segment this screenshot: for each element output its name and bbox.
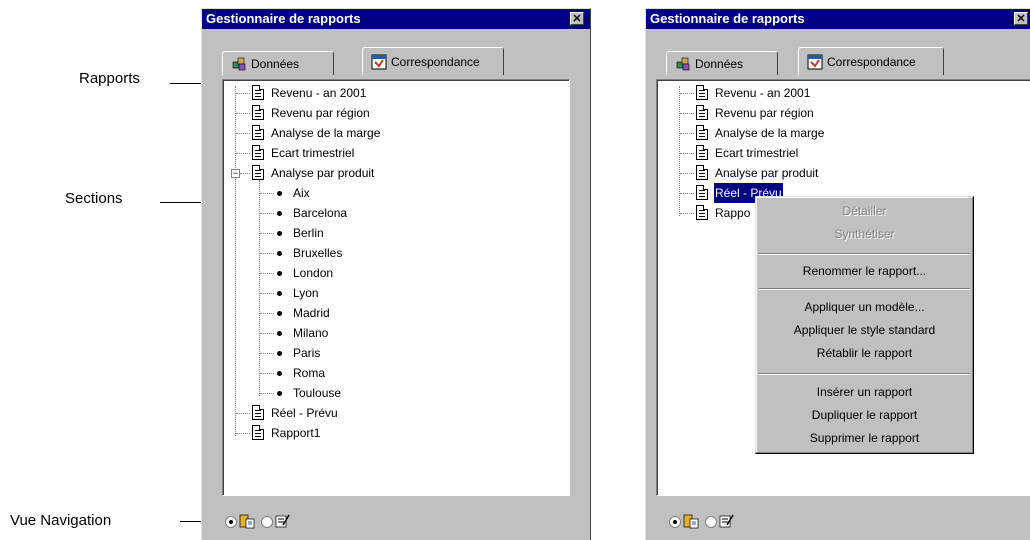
report-document-icon xyxy=(252,405,264,420)
bullet-icon xyxy=(277,331,282,336)
bullet-icon xyxy=(277,251,282,256)
report-context-menu: Détailler Synthétiser Renommer le rappor… xyxy=(755,196,974,454)
tree-connector xyxy=(679,86,680,216)
section-label: Aix xyxy=(293,186,310,200)
section-label: Lyon xyxy=(293,286,319,300)
report-label: Analyse par produit xyxy=(715,166,819,180)
report-document-icon xyxy=(252,105,264,120)
menu-item-dupliquer-rapport[interactable]: Dupliquer le rapport xyxy=(756,404,973,426)
bullet-icon xyxy=(277,191,282,196)
section-label: Bruxelles xyxy=(293,246,343,260)
bullet-icon xyxy=(277,311,282,316)
report-label: Ecart trimestriel xyxy=(715,146,799,160)
section-label: Madrid xyxy=(293,306,330,320)
section-label: Berlin xyxy=(293,226,324,240)
close-icon[interactable]: ✕ xyxy=(1014,12,1028,25)
menu-separator xyxy=(759,288,970,290)
report-label: Réel - Prévu xyxy=(271,406,338,420)
report-tree[interactable]: Revenu - an 2001 Revenu par région Analy… xyxy=(222,79,570,496)
report-manager-panel-left: Gestionnaire de rapports ✕ Données Corre… xyxy=(201,8,591,540)
section-label: London xyxy=(293,266,334,280)
nav-view-mapping-radio[interactable] xyxy=(705,516,717,528)
report-document-icon xyxy=(696,185,708,200)
tab-label: Correspondance xyxy=(827,54,916,69)
panel-title: Gestionnaire de rapports xyxy=(650,11,805,26)
report-document-icon xyxy=(252,85,264,100)
panel-title-bar: Gestionnaire de rapports ✕ xyxy=(646,9,1030,29)
section-label: Toulouse xyxy=(293,386,342,400)
close-icon[interactable]: ✕ xyxy=(570,12,584,25)
nav-view-report-radio[interactable] xyxy=(669,516,681,528)
mapping-grid-icon xyxy=(371,54,387,70)
report-view-icon[interactable] xyxy=(239,513,255,529)
mapping-view-icon[interactable] xyxy=(275,513,291,529)
bullet-icon xyxy=(277,231,282,236)
tab-correspondance[interactable]: Correspondance xyxy=(798,47,944,75)
panel-title-bar: Gestionnaire de rapports ✕ xyxy=(202,9,590,29)
report-label: Analyse de la marge xyxy=(715,126,825,140)
data-cubes-icon xyxy=(231,56,247,72)
report-document-icon xyxy=(252,125,264,140)
tab-donnees[interactable]: Données xyxy=(666,51,778,75)
bullet-icon xyxy=(277,271,282,276)
section-label: Roma xyxy=(293,366,326,380)
section-label: Paris xyxy=(293,346,321,360)
bullet-icon xyxy=(277,391,282,396)
tab-label: Correspondance xyxy=(391,54,480,69)
menu-item-retablir-rapport[interactable]: Rétablir le rapport xyxy=(756,342,973,364)
report-label: Revenu - an 2001 xyxy=(271,86,367,100)
mapping-grid-icon xyxy=(807,54,823,70)
callout-vue-navigation: Vue Navigation xyxy=(10,512,112,529)
nav-view-report-radio[interactable] xyxy=(225,516,237,528)
report-label: Rappo xyxy=(715,206,751,220)
data-cubes-icon xyxy=(675,56,691,72)
nav-view-mapping-radio[interactable] xyxy=(261,516,273,528)
bullet-icon xyxy=(277,211,282,216)
bullet-icon xyxy=(277,371,282,376)
callout-rapports: Rapports xyxy=(79,70,140,87)
report-document-icon xyxy=(696,85,708,100)
tab-correspondance[interactable]: Correspondance xyxy=(362,47,504,75)
report-label: Rapport1 xyxy=(271,426,321,440)
report-label: Ecart trimestriel xyxy=(271,146,355,160)
menu-item-synthetiser[interactable]: Synthétiser xyxy=(756,223,973,245)
report-document-icon xyxy=(252,145,264,160)
report-document-icon xyxy=(252,165,264,180)
bullet-icon xyxy=(277,291,282,296)
menu-item-appliquer-style-standard[interactable]: Appliquer le style standard xyxy=(756,319,973,341)
report-document-icon xyxy=(696,165,708,180)
report-label: Analyse par produit xyxy=(271,166,375,180)
menu-item-appliquer-modele[interactable]: Appliquer un modèle... xyxy=(756,296,973,318)
report-label: Analyse de la marge xyxy=(271,126,381,140)
report-label: Revenu - an 2001 xyxy=(715,86,811,100)
mapping-view-icon[interactable] xyxy=(719,513,735,529)
report-document-icon xyxy=(696,125,708,140)
menu-item-inserer-rapport[interactable]: Insérer un rapport xyxy=(756,381,973,403)
menu-item-renommer-rapport[interactable]: Renommer le rapport... xyxy=(756,260,973,282)
report-document-icon xyxy=(696,145,708,160)
report-document-icon xyxy=(252,425,264,440)
tree-connector xyxy=(235,86,236,436)
tab-label: Données xyxy=(695,56,744,71)
report-label: Revenu par région xyxy=(271,106,370,120)
report-document-icon xyxy=(696,205,708,220)
bullet-icon xyxy=(277,351,282,356)
tab-donnees[interactable]: Données xyxy=(222,51,334,75)
report-label: Revenu par région xyxy=(715,106,814,120)
panel-title: Gestionnaire de rapports xyxy=(206,11,361,26)
menu-separator xyxy=(759,253,970,255)
report-document-icon xyxy=(696,105,708,120)
section-label: Barcelona xyxy=(293,206,348,220)
report-view-icon[interactable] xyxy=(683,513,699,529)
menu-item-detailler[interactable]: Détailler xyxy=(756,200,973,222)
callout-sections: Sections xyxy=(65,190,123,207)
tab-label: Données xyxy=(251,56,300,71)
collapse-icon[interactable]: − xyxy=(231,169,240,178)
section-label: Milano xyxy=(293,326,329,340)
menu-item-supprimer-rapport[interactable]: Supprimer le rapport xyxy=(756,427,973,449)
menu-separator xyxy=(759,373,970,375)
